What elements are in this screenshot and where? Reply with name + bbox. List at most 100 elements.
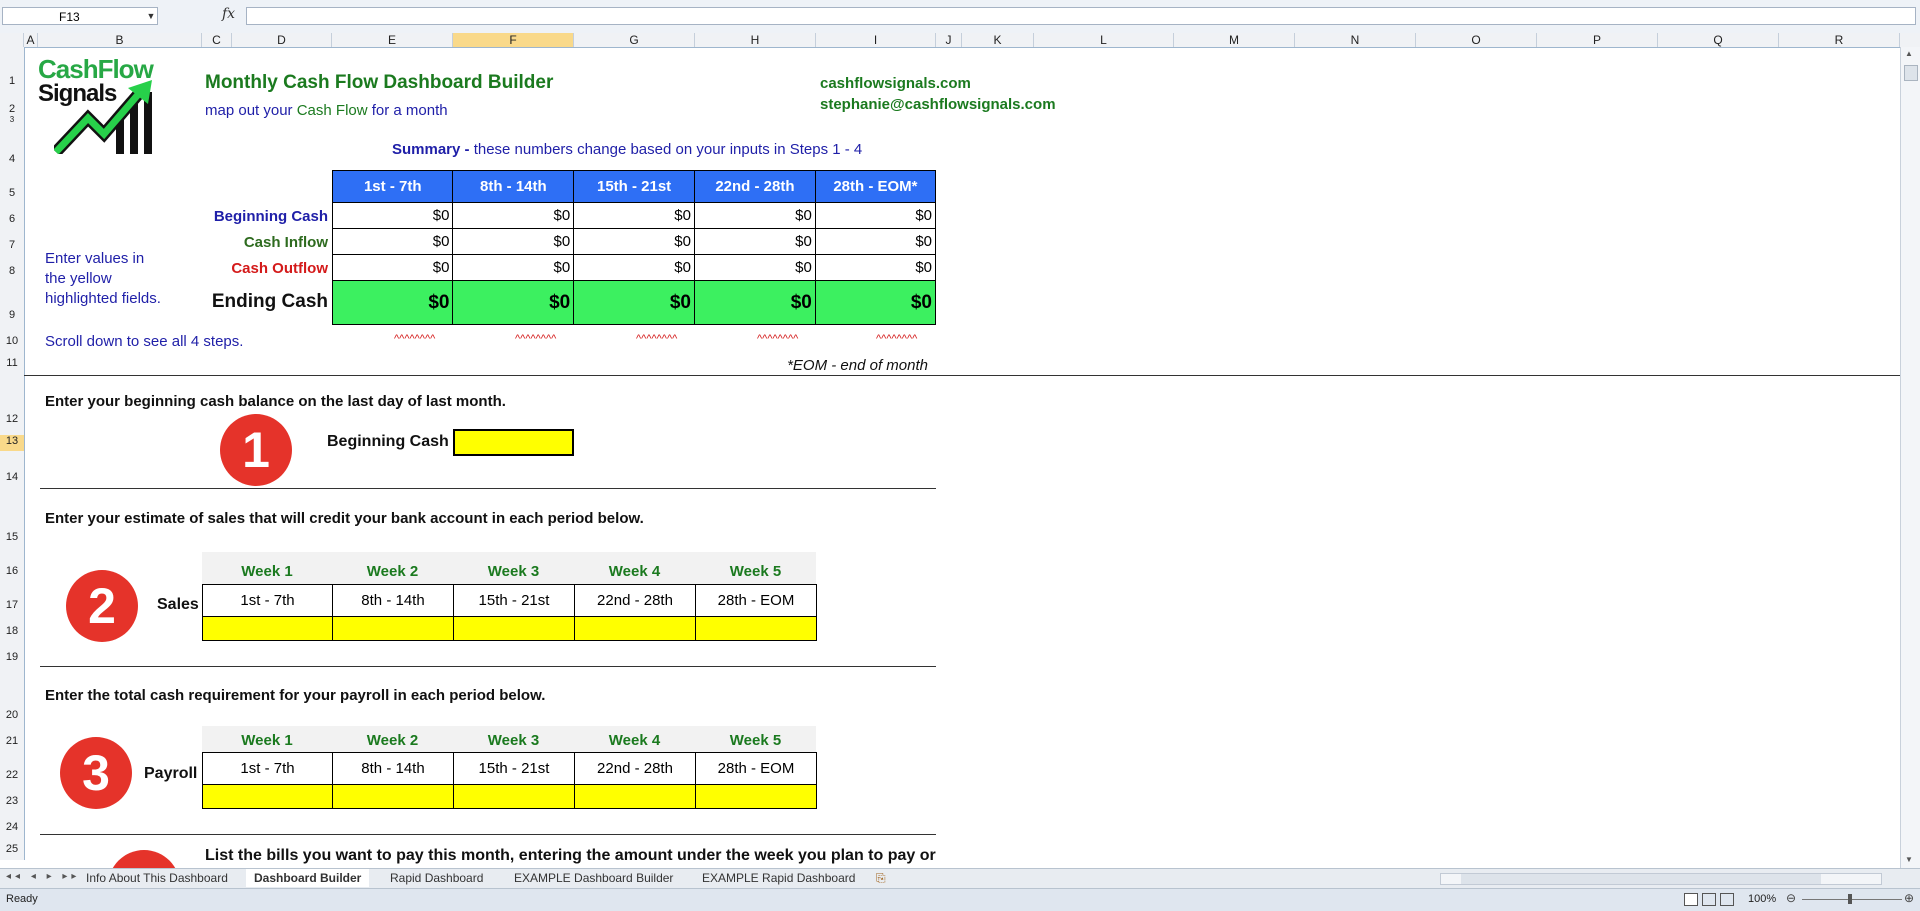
column-header[interactable]: H: [695, 33, 816, 47]
scroll-up-icon[interactable]: ▲: [1905, 49, 1913, 58]
row-header[interactable]: 1: [0, 75, 24, 87]
sales-input[interactable]: [202, 616, 333, 641]
row-header[interactable]: 14: [0, 471, 24, 483]
row-header[interactable]: 22: [0, 769, 24, 781]
payroll-input[interactable]: [332, 784, 454, 809]
scrollbar-thumb[interactable]: [1461, 874, 1821, 884]
column-header[interactable]: I: [816, 33, 936, 47]
tab-nav-arrows-icon[interactable]: ◂◂ ◂ ▸ ▸▸: [6, 871, 80, 882]
week-header: Week 1: [241, 732, 293, 749]
page-layout-icon[interactable]: [1702, 893, 1716, 906]
sales-input[interactable]: [453, 616, 575, 641]
column-header[interactable]: G: [574, 33, 695, 47]
column-header[interactable]: Q: [1658, 33, 1779, 47]
row-header[interactable]: 16: [0, 565, 24, 577]
row-header[interactable]: 23: [0, 795, 24, 807]
row-header[interactable]: 5: [0, 187, 24, 199]
email-link[interactable]: stephanie@cashflowsignals.com: [820, 96, 1056, 113]
sales-input[interactable]: [574, 616, 696, 641]
row-header[interactable]: 3: [0, 115, 24, 124]
summary-period-header: 1st - 7th: [331, 170, 454, 203]
step2-instruction: Enter your estimate of sales that will c…: [45, 510, 644, 527]
website-link[interactable]: cashflowsignals.com: [820, 75, 971, 92]
week-header: Week 2: [366, 563, 419, 580]
column-header[interactable]: P: [1537, 33, 1658, 47]
tab-rapid-dashboard[interactable]: Rapid Dashboard: [382, 869, 491, 887]
row-header[interactable]: 24: [0, 821, 24, 833]
summary-table: 1st - 7th 8th - 14th 15th - 21st 22nd - …: [331, 170, 937, 325]
summary-cell: $0: [573, 202, 695, 229]
column-header[interactable]: M: [1174, 33, 1295, 47]
column-header[interactable]: E: [332, 33, 453, 47]
normal-view-icon[interactable]: [1684, 893, 1698, 906]
page-title: Monthly Cash Flow Dashboard Builder: [205, 72, 554, 93]
row-header[interactable]: 17: [0, 599, 24, 611]
row-header[interactable]: 7: [0, 239, 24, 251]
row-header[interactable]: 20: [0, 709, 24, 721]
row-header[interactable]: 8: [0, 265, 24, 277]
zoom-in-icon[interactable]: ⊕: [1904, 891, 1914, 905]
row-header[interactable]: 13: [0, 435, 24, 451]
column-header[interactable]: C: [202, 33, 232, 47]
column-header[interactable]: D: [232, 33, 332, 47]
column-header[interactable]: B: [38, 33, 202, 47]
zoom-slider-track[interactable]: [1802, 899, 1902, 900]
period-cell: 28th - EOM: [695, 584, 817, 617]
row-header[interactable]: 10: [0, 335, 24, 347]
payroll-input[interactable]: [695, 784, 817, 809]
sales-input[interactable]: [332, 616, 454, 641]
summary-period-header: 22nd - 28th: [693, 170, 816, 203]
payroll-input[interactable]: [574, 784, 696, 809]
column-header[interactable]: N: [1295, 33, 1416, 47]
column-header[interactable]: R: [1779, 33, 1900, 47]
formula-input[interactable]: [246, 7, 1916, 25]
divider: [40, 666, 936, 667]
payroll-input[interactable]: [202, 784, 333, 809]
row-header[interactable]: 12: [0, 413, 24, 425]
week-header: Week 5: [729, 563, 782, 580]
select-all-corner[interactable]: [0, 33, 24, 47]
ending-cash-label: Ending Cash: [211, 291, 328, 312]
zoom-slider-thumb[interactable]: [1848, 894, 1852, 904]
row-header[interactable]: 15: [0, 531, 24, 543]
horizontal-scrollbar[interactable]: [1440, 873, 1882, 885]
tab-dashboard-builder[interactable]: Dashboard Builder: [246, 869, 370, 887]
summary-cell: $0: [693, 254, 816, 281]
ending-cash-cell: $0: [452, 280, 575, 325]
name-box[interactable]: F13: [2, 7, 158, 25]
vertical-scrollbar[interactable]: ▲ ▼: [1900, 47, 1920, 868]
sales-input[interactable]: [695, 616, 817, 641]
row-header[interactable]: 25: [0, 843, 24, 855]
tab-info-about[interactable]: Info About This Dashboard: [78, 869, 236, 887]
row-header[interactable]: 9: [0, 309, 24, 321]
column-header[interactable]: K: [962, 33, 1034, 47]
summary-label-bold: Summary -: [392, 141, 470, 158]
tab-example-rapid-dashboard[interactable]: EXAMPLE Rapid Dashboard: [694, 869, 863, 887]
column-header[interactable]: J: [936, 33, 962, 47]
row-header[interactable]: 18: [0, 625, 24, 637]
insert-sheet-icon[interactable]: ⎘: [876, 871, 886, 886]
zoom-level[interactable]: 100%: [1748, 893, 1776, 905]
payroll-input[interactable]: [453, 784, 575, 809]
page-break-icon[interactable]: [1720, 893, 1734, 906]
column-header[interactable]: F: [453, 33, 574, 47]
scrollbar-thumb[interactable]: [1904, 65, 1918, 81]
row-header[interactable]: 11: [0, 357, 24, 369]
row-header[interactable]: 21: [0, 735, 24, 747]
scroll-down-icon[interactable]: ▼: [1905, 855, 1913, 864]
step2-number-badge: 2: [66, 570, 138, 642]
row-header[interactable]: 4: [0, 153, 24, 165]
tab-example-dashboard-builder[interactable]: EXAMPLE Dashboard Builder: [506, 869, 681, 887]
chart-arrow-icon: [54, 80, 152, 154]
row-header[interactable]: 2: [0, 103, 24, 115]
column-header[interactable]: O: [1416, 33, 1537, 47]
column-header[interactable]: A: [24, 33, 38, 47]
zoom-out-icon[interactable]: ⊖: [1786, 891, 1796, 905]
row-header[interactable]: 6: [0, 213, 24, 225]
column-header[interactable]: L: [1034, 33, 1174, 47]
fx-icon[interactable]: fx: [222, 6, 235, 22]
beginning-cash-input[interactable]: [453, 429, 574, 456]
chevron-down-icon[interactable]: ▼: [144, 7, 158, 25]
page-subtitle: map out your Cash Flow for a month: [205, 102, 448, 119]
row-header[interactable]: 19: [0, 651, 24, 663]
